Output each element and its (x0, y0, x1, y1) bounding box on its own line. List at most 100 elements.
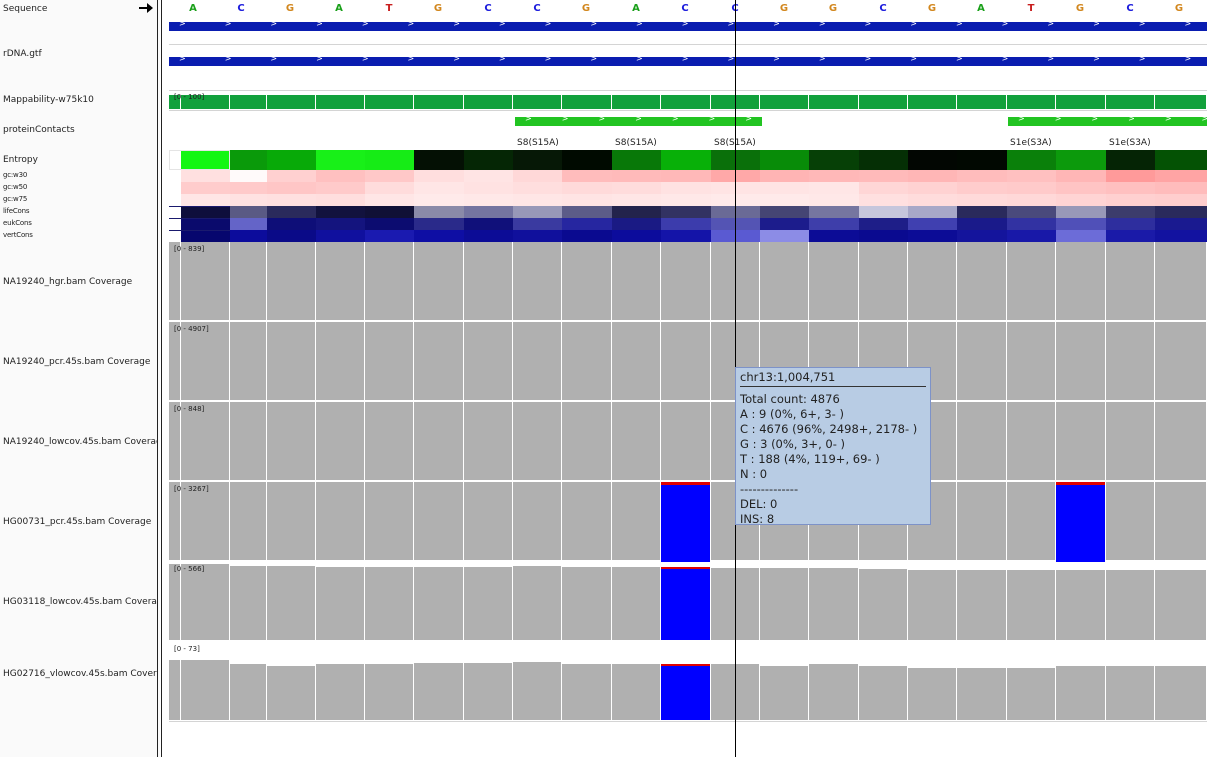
sequence-base: G (433, 3, 443, 14)
mappability-bar (809, 95, 858, 109)
coverage-bar (957, 570, 1006, 640)
mappability-bar (267, 95, 315, 109)
vert-cons-track[interactable] (169, 230, 1207, 242)
gc-w50-cell (513, 182, 562, 194)
coverage-bar (562, 567, 611, 640)
track-name-gc-w30[interactable]: gc:w30 (3, 171, 157, 179)
tooltip-divider (740, 386, 926, 387)
protein-contact-feature[interactable]: >>>>>> (1008, 114, 1207, 126)
panel-divider-inner (161, 0, 162, 757)
coverage-bar (414, 402, 463, 480)
coverage-bar (365, 482, 413, 560)
mappability-bar (464, 95, 512, 109)
track-name-coverage-6[interactable]: HG02716_vlowcov.45s.bam Coverage (3, 669, 157, 679)
track-name-gc-w75[interactable]: gc:w75 (3, 195, 157, 203)
coverage-mismatch-bar[interactable] (661, 567, 710, 640)
track-name-coverage-3[interactable]: NA19240_lowcov.45s.bam Coverage (3, 437, 157, 447)
coverage-bar (957, 322, 1006, 400)
gc-w50-track[interactable] (169, 182, 1207, 194)
protein-contact-feature[interactable]: >>>>>>>> (515, 114, 789, 126)
coverage-mismatch-bar[interactable] (661, 484, 710, 562)
track-name-rdna-gtf[interactable]: rDNA.gtf (3, 49, 157, 59)
gc-w30-track[interactable] (169, 170, 1207, 182)
coverage-bar (1155, 322, 1206, 400)
gc-w30-cell (464, 170, 513, 182)
coverage-bar (1056, 322, 1105, 400)
coverage-bar (414, 322, 463, 400)
euk-cons-cell (562, 218, 612, 230)
life-cons-cell (661, 206, 711, 218)
coverage-bar (1155, 482, 1206, 560)
track-name-coverage-4[interactable]: HG00731_pcr.45s.bam Coverage (3, 517, 157, 527)
mappability-bar (760, 95, 808, 109)
coverage-bar (169, 322, 180, 400)
entropy-cell (230, 150, 267, 170)
coverage-tracks[interactable] (169, 242, 1207, 722)
coverage-mismatch-bar[interactable] (661, 664, 710, 720)
strand-arrows: >>>>>>>> (525, 114, 819, 123)
coverage-bar (513, 482, 561, 560)
track-name-coverage-5[interactable]: HG03118_lowcov.45s.bam Coverage (3, 597, 157, 607)
mappability-track[interactable] (169, 93, 1207, 109)
life-cons-cell (513, 206, 562, 218)
coverage-bar (169, 242, 180, 320)
strand-arrow-icon[interactable] (138, 2, 154, 14)
track-name-entropy[interactable]: Entropy (3, 155, 157, 165)
entropy-cell (809, 150, 859, 170)
gc-w75-track[interactable] (169, 194, 1207, 206)
gc-w75-cell (464, 194, 513, 206)
sequence-track[interactable]: ACGATGCCGACCGGCGATGCG (169, 0, 1207, 18)
track-name-coverage-2[interactable]: NA19240_pcr.45s.bam Coverage (3, 357, 157, 367)
gc-w50-cell (464, 182, 513, 194)
track-name-sequence[interactable]: Sequence (3, 4, 157, 14)
coverage-bar (464, 242, 512, 320)
entropy-cell (908, 150, 957, 170)
vert-cons-cell (316, 230, 365, 242)
mappability-bar (908, 95, 956, 109)
track-name-vert-cons[interactable]: vertCons (3, 231, 157, 239)
panel-divider[interactable] (157, 0, 158, 757)
vert-cons-cell (562, 230, 612, 242)
entropy-cell (760, 150, 809, 170)
sequence-feature-bar[interactable]: >>>>>>>>>>>>>>>>>>>>>>> (169, 19, 1207, 31)
coverage-bar (267, 402, 315, 480)
coverage-bar (1056, 402, 1105, 480)
coverage-bar (464, 567, 512, 640)
coverage-bar (464, 482, 512, 560)
gc-w75-cell (1106, 194, 1155, 206)
rdna-gtf-feature[interactable]: >>>>>>>>>>>>>>>>>>>>>>> (169, 54, 1207, 66)
data-panel[interactable]: ACGATGCCGACCGGCGATGCG >>>>>>>>>>>>>>>>>>… (169, 0, 1207, 757)
track-name-protein-contacts[interactable]: proteinContacts (3, 125, 157, 135)
mappability-bar (661, 95, 710, 109)
tooltip-count-c: C : 4676 (96%, 2498+, 2178- ) (740, 422, 918, 436)
coverage-bar (1106, 322, 1154, 400)
euk-cons-track[interactable] (169, 218, 1207, 230)
coverage-bar (1007, 668, 1055, 720)
track-name-gc-w50[interactable]: gc:w50 (3, 183, 157, 191)
gc-w30-cell (1155, 170, 1207, 182)
life-cons-cell (267, 206, 316, 218)
coverage-range: [0 - 566] (174, 565, 205, 573)
coverage-mismatch-bar[interactable] (1056, 484, 1105, 562)
gc-w30-cell (169, 170, 181, 182)
coverage-bar (365, 322, 413, 400)
track-name-euk-cons[interactable]: eukCons (3, 219, 157, 227)
track-name-mappability[interactable]: Mappability-w75k10 (3, 95, 157, 105)
coverage-tooltip: chr13:1,004,751 Total count: 4876 A : 9 … (735, 367, 931, 526)
coverage-mismatch-t (1056, 482, 1105, 485)
protein-contact-label: S1e(S3A) (1010, 138, 1052, 148)
coverage-bar (612, 402, 660, 480)
gc-w50-cell (661, 182, 711, 194)
life-cons-track[interactable] (169, 206, 1207, 218)
gc-w50-cell (1007, 182, 1056, 194)
euk-cons-cell (464, 218, 513, 230)
coverage-bar (957, 242, 1006, 320)
coverage-bar (1106, 242, 1154, 320)
entropy-cell (957, 150, 1007, 170)
track-name-life-cons[interactable]: lifeCons (3, 207, 157, 215)
mappability-bar (612, 95, 660, 109)
track-name-coverage-1[interactable]: NA19240_hgr.bam Coverage (3, 277, 157, 287)
life-cons-cell (169, 206, 181, 218)
entropy-track[interactable] (169, 150, 1207, 170)
coverage-bar (169, 482, 180, 560)
